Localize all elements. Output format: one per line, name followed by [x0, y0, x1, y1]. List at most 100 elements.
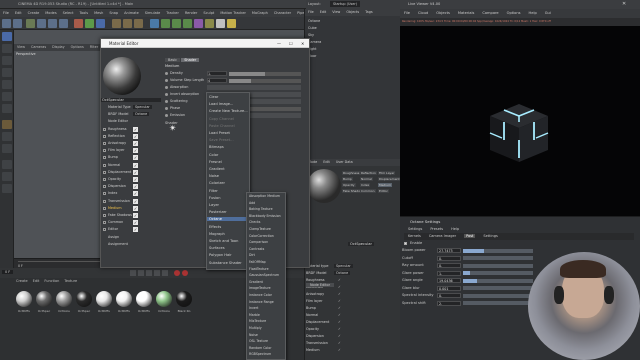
submenu-item[interactable]: Checks	[249, 220, 260, 224]
cube-primitive-icon[interactable]	[150, 19, 159, 28]
layout-dropdown[interactable]: Startup (User)	[330, 1, 361, 7]
z-axis-icon[interactable]	[96, 19, 105, 28]
channel-checkbox[interactable]	[103, 149, 106, 153]
channel-row[interactable]: Assignment	[103, 242, 163, 248]
octane-menu-file[interactable]: File	[404, 11, 410, 15]
octane-menu-objects[interactable]: Objects	[436, 11, 450, 15]
record-icon[interactable]	[174, 270, 180, 276]
octane-menu-cloud[interactable]: Cloud	[418, 11, 428, 15]
context-menu-item[interactable]: Posterizer	[209, 210, 227, 214]
menu-modes[interactable]: Modes	[45, 11, 56, 15]
channel-checkbox[interactable]	[103, 127, 106, 131]
attribute-tab[interactable]: Editor	[378, 189, 389, 193]
enable-checkbox[interactable]	[404, 242, 407, 245]
menu-snap[interactable]: Snap	[109, 11, 118, 15]
menu-motion-tracker[interactable]: Motion Tracker	[220, 11, 246, 15]
context-menu-item[interactable]: Clear	[209, 95, 218, 99]
object-menu-tags[interactable]: Tags	[365, 10, 373, 14]
viewport-menu-cameras[interactable]: Cameras	[31, 45, 46, 49]
menu-animate[interactable]: Animate	[124, 11, 139, 15]
channel-dropdown[interactable]: Octane	[133, 112, 150, 117]
submenu-item[interactable]: ColorCorrection	[249, 234, 274, 238]
property-radio[interactable]	[165, 114, 168, 117]
object-list-item[interactable]: Sky	[308, 33, 314, 37]
attribute-material-name[interactable]: OctSpecular	[348, 242, 374, 246]
tab-shader[interactable]: Shader	[181, 58, 200, 62]
play-icon[interactable]	[146, 270, 152, 276]
close-button[interactable]: ✕	[301, 41, 304, 46]
attribute-row-value[interactable]: ✓	[338, 299, 341, 303]
array-icon[interactable]	[183, 19, 192, 28]
attribute-row-value[interactable]: ✓	[338, 313, 341, 317]
model-mode-icon[interactable]	[2, 44, 12, 53]
channel-checkbox[interactable]	[103, 178, 106, 181]
property-shader-bar[interactable]	[207, 85, 301, 90]
octane-menu-gui[interactable]: Gui	[545, 11, 551, 15]
object-list-item[interactable]: Octane	[308, 19, 320, 23]
redo-icon[interactable]	[13, 19, 22, 28]
octane-param-field[interactable]: 0.001	[437, 285, 461, 291]
octane-menu-compare[interactable]: Compare	[482, 11, 498, 15]
octane-settings-tab[interactable]: Kernels	[408, 234, 421, 238]
attribute-tab[interactable]: Normal	[360, 177, 373, 181]
camera-icon[interactable]	[216, 19, 225, 28]
submenu-item[interactable]: Instance Range	[249, 300, 274, 304]
octane-settings-tab[interactable]: Settings	[483, 234, 497, 238]
submenu-item[interactable]: Noise	[249, 333, 258, 337]
context-menu-item[interactable]: Layer	[209, 203, 219, 207]
attribute-tab[interactable]: Reflection	[360, 171, 377, 175]
channel-row[interactable]: Node Editor	[103, 119, 163, 125]
context-menu-item[interactable]: Sketch and Toon	[209, 239, 238, 243]
channel-row[interactable]: Fake Shadows ✓	[103, 213, 163, 219]
channel-row[interactable]: BRDF Model Octane	[103, 112, 163, 118]
node-editor-button[interactable]: Node Editor	[306, 283, 334, 287]
channel-row[interactable]: Material Type Specular	[103, 105, 163, 111]
octane-menu-materials[interactable]: Materials	[458, 11, 474, 15]
channel-checkbox[interactable]	[103, 142, 106, 145]
submenu-item[interactable]: Add	[249, 201, 255, 205]
channel-checkbox[interactable]	[103, 170, 106, 174]
context-menu-item[interactable]: Load Preset	[209, 131, 230, 135]
submenu-item[interactable]: FloatTexture	[249, 267, 269, 271]
material-name-field[interactable]: OctSpecular	[101, 98, 161, 102]
octane-settings-menu-item[interactable]: Presets	[430, 227, 443, 231]
property-slider[interactable]	[229, 79, 301, 83]
maximize-button[interactable]: ☐	[289, 41, 293, 46]
octane-param-field[interactable]: 1.	[437, 270, 461, 276]
object-menu-file[interactable]: File	[308, 10, 314, 14]
channel-checkbox[interactable]	[103, 163, 106, 167]
go-end-icon[interactable]	[162, 270, 168, 276]
channel-row[interactable]: Opacity ✓	[103, 177, 163, 183]
submenu-item[interactable]: RGBSpectrum	[249, 352, 271, 356]
octane-param-field[interactable]: 0.	[437, 293, 461, 298]
channel-row[interactable]: Displacement ✓	[103, 169, 163, 176]
menu-create[interactable]: Create	[28, 11, 40, 15]
attribute-row-value[interactable]: ✓	[338, 292, 341, 296]
context-menu-item[interactable]: Copy Channel	[209, 117, 234, 121]
attribute-row-value[interactable]: ✓	[338, 278, 341, 282]
viewport-menu-filter[interactable]: Filter	[90, 45, 98, 49]
material-thumbnail[interactable]	[96, 291, 112, 307]
octane-menu-help[interactable]: Help	[529, 11, 537, 15]
channel-row[interactable]: Transmission ✓	[103, 198, 163, 205]
channel-row[interactable]: Dispersion ✓	[103, 184, 163, 190]
attribute-tab[interactable]: Film Layer	[378, 171, 396, 175]
enable-axis-icon[interactable]	[2, 120, 12, 129]
locked-workplane-icon[interactable]	[2, 160, 12, 169]
channel-checkbox[interactable]	[103, 156, 106, 160]
viewport-menu-options[interactable]: Options	[71, 45, 84, 49]
undo-icon[interactable]	[2, 19, 11, 28]
octane-param-slider[interactable]	[463, 271, 533, 275]
submenu-item[interactable]: Baking Texture	[249, 207, 273, 211]
planar-workplane-icon[interactable]	[2, 172, 12, 181]
material-thumbnail[interactable]	[16, 291, 32, 307]
octane-param-slider[interactable]	[463, 293, 533, 298]
edges-mode-icon[interactable]	[2, 92, 12, 101]
channel-row[interactable]: Roughness ✓	[103, 126, 163, 133]
property-value-field[interactable]: 4	[207, 78, 227, 83]
property-radio[interactable]	[165, 107, 168, 110]
render-settings-icon[interactable]	[134, 19, 143, 28]
menu-mograph[interactable]: MoGraph	[252, 11, 268, 15]
render-icon[interactable]	[123, 19, 132, 28]
submenu-item[interactable]: ClampTexture	[249, 227, 271, 231]
